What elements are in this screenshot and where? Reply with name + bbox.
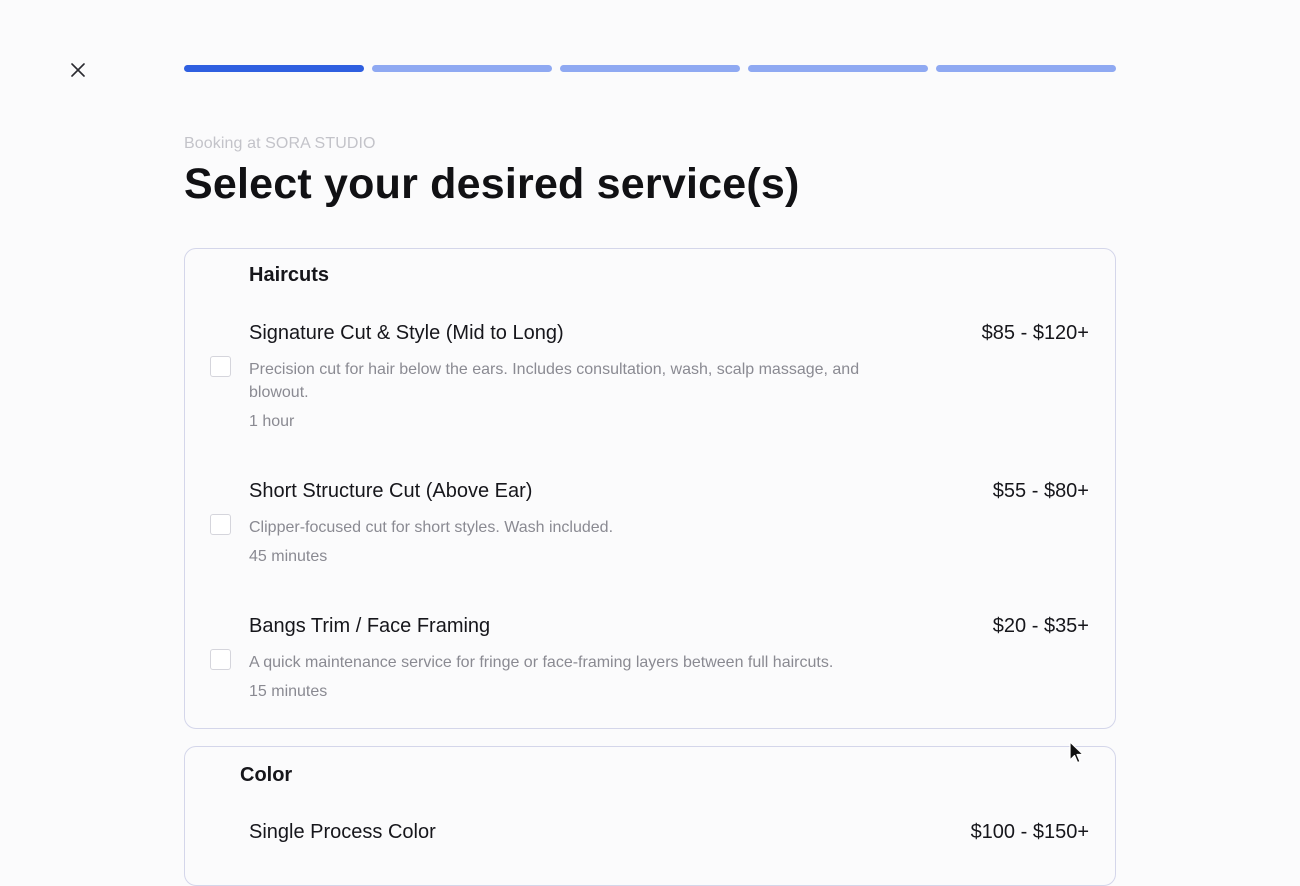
booking-location: Booking at SORA STUDIO xyxy=(184,135,376,152)
service-checkbox[interactable] xyxy=(210,356,231,377)
progress-step-1 xyxy=(184,65,364,72)
service-name: Signature Cut & Style (Mid to Long) xyxy=(249,322,564,344)
service-price: $100 - $150+ xyxy=(970,821,1089,843)
service-name: Bangs Trim / Face Framing xyxy=(249,615,491,637)
service-checkbox[interactable] xyxy=(210,649,231,670)
service-item[interactable]: Short Structure Cut (Above Ear) $55 - $8… xyxy=(185,480,1115,570)
service-price: $55 - $80+ xyxy=(992,480,1089,502)
close-icon xyxy=(71,63,85,77)
close-button[interactable] xyxy=(66,58,90,82)
progress-step-3 xyxy=(560,65,740,72)
service-price: $20 - $35+ xyxy=(992,615,1089,637)
service-duration: 1 hour xyxy=(249,413,295,430)
category-title: Color xyxy=(240,764,293,786)
service-description: Clipper-focused cut for short styles. Wa… xyxy=(249,519,614,536)
service-name: Short Structure Cut (Above Ear) xyxy=(249,480,533,502)
service-description: A quick maintenance service for fringe o… xyxy=(249,654,834,671)
category-card-color: Color Single Process Color $100 - $150+ xyxy=(184,746,1116,886)
service-price: $85 - $120+ xyxy=(981,322,1089,344)
category-title: Haircuts xyxy=(249,264,330,286)
pointer-cursor-icon xyxy=(1069,741,1084,764)
service-description: Precision cut for hair below the ears. I… xyxy=(249,361,860,401)
service-duration: 15 minutes xyxy=(249,683,328,700)
service-item[interactable]: Bangs Trim / Face Framing $20 - $35+ A q… xyxy=(185,615,1115,705)
progress-step-5 xyxy=(936,65,1116,72)
step-progress xyxy=(184,65,1116,72)
service-item[interactable]: Single Process Color $100 - $150+ xyxy=(185,821,1115,861)
progress-step-4 xyxy=(748,65,928,72)
service-name: Single Process Color xyxy=(249,821,436,843)
category-card-haircuts: Haircuts Signature Cut & Style (Mid to L… xyxy=(184,248,1116,729)
service-duration: 45 minutes xyxy=(249,548,328,565)
page-title: Select your desired service(s) xyxy=(184,160,800,208)
progress-step-2 xyxy=(372,65,552,72)
service-item[interactable]: Signature Cut & Style (Mid to Long) $85 … xyxy=(185,322,1115,442)
service-checkbox[interactable] xyxy=(210,514,231,535)
